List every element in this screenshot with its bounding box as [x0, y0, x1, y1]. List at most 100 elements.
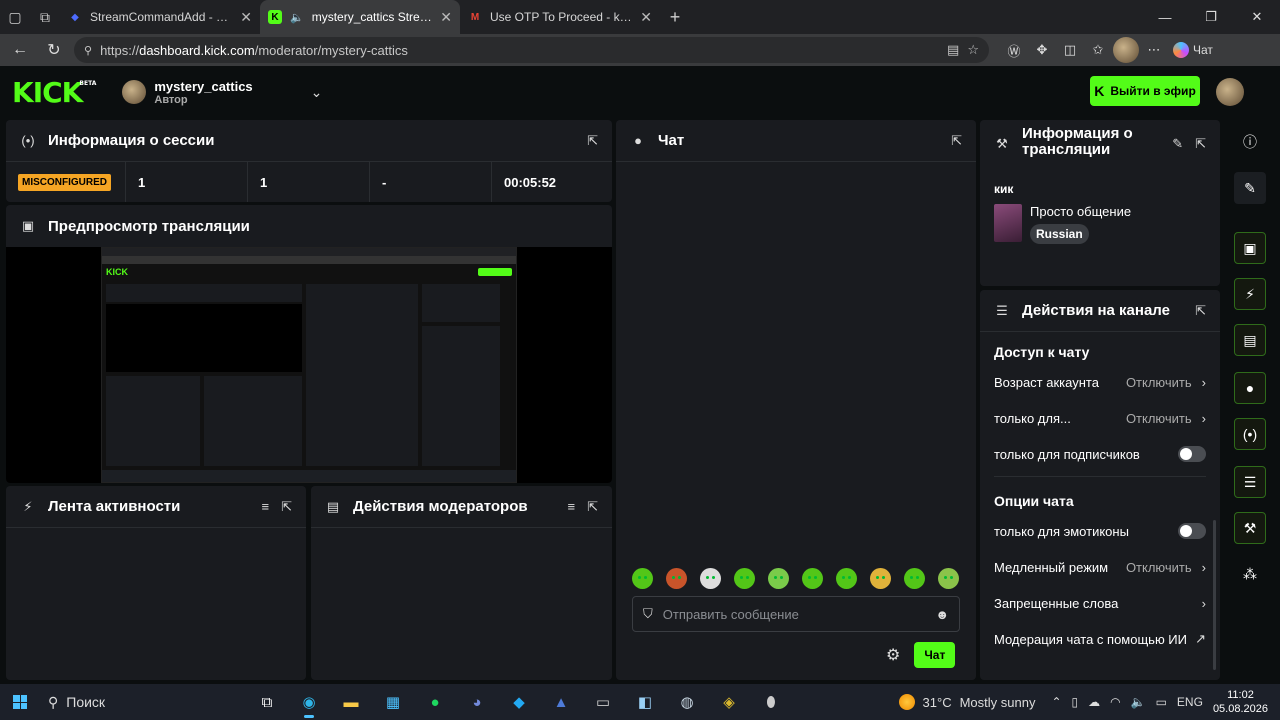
ai-moderation-row[interactable]: Модерация чата с помощью ИИ ↗: [994, 621, 1206, 657]
favorite-star-icon[interactable]: ☆: [967, 42, 979, 58]
vscode-icon[interactable]: ◆: [500, 684, 538, 720]
app-icon[interactable]: ◈: [710, 684, 748, 720]
workspaces-icon[interactable]: ⧉: [30, 2, 60, 32]
tray-app-icon[interactable]: ▯: [1072, 695, 1079, 709]
file-explorer-icon[interactable]: ▬: [332, 684, 370, 720]
date: 05.08.2026: [1212, 703, 1268, 715]
favorites-icon[interactable]: ✩: [1085, 37, 1111, 63]
clock[interactable]: 11:02 05.08.2026: [1213, 688, 1268, 716]
profile-avatar[interactable]: [1113, 37, 1139, 63]
cloud-icon[interactable]: ☁: [1088, 695, 1100, 709]
site-info-icon[interactable]: ⚲: [84, 44, 92, 57]
task-view-icon[interactable]: ⧉: [248, 684, 286, 720]
send-chat-button[interactable]: Чат: [914, 642, 956, 668]
steam-icon[interactable]: ◍: [668, 684, 706, 720]
emote-icon[interactable]: [870, 568, 891, 589]
kick-logo[interactable]: KICK BETA: [12, 76, 96, 109]
emoji-icon[interactable]: ☻: [935, 607, 949, 622]
emote-icon[interactable]: [836, 568, 857, 589]
preview-video[interactable]: KICK: [6, 247, 612, 483]
edit-icon[interactable]: ✎: [1234, 172, 1266, 204]
language-indicator[interactable]: ENG: [1177, 695, 1203, 709]
app-icon[interactable]: ◧: [626, 684, 664, 720]
system-tray: ⌃ ▯ ☁ ◠ 🔈 ▭ ENG: [1051, 695, 1202, 709]
close-tab-icon[interactable]: ✕: [640, 9, 652, 26]
emote-icon[interactable]: [904, 568, 925, 589]
lightning-icon[interactable]: ⚡: [1234, 278, 1266, 310]
popout-icon[interactable]: ⇱: [951, 133, 962, 149]
chevron-up-icon[interactable]: ⌃: [1051, 695, 1061, 709]
close-tab-icon[interactable]: ✕: [440, 9, 452, 26]
close-window-icon[interactable]: ✕: [1234, 0, 1280, 34]
url-field[interactable]: ⚲ https://dashboard.kick.com/moderator/m…: [74, 37, 989, 63]
popout-icon[interactable]: ⇱: [587, 499, 598, 515]
wifi-icon[interactable]: ◠: [1110, 695, 1120, 709]
banned-words-row[interactable]: Запрещенные слова ›: [994, 585, 1206, 621]
close-tab-icon[interactable]: ✕: [240, 9, 252, 26]
emote-icon[interactable]: [734, 568, 755, 589]
store-icon[interactable]: ▦: [374, 684, 412, 720]
extensions-icon[interactable]: ✥: [1029, 37, 1055, 63]
scrollbar[interactable]: [1213, 520, 1216, 670]
edit-icon[interactable]: ✎: [1172, 136, 1183, 152]
reader-mode-icon[interactable]: ▤: [947, 42, 959, 58]
emote-icon[interactable]: [666, 568, 687, 589]
only-for-row[interactable]: только для... Отключить ›: [994, 400, 1206, 436]
emote-icon[interactable]: [700, 568, 721, 589]
app-icon[interactable]: ⬮: [752, 684, 790, 720]
account-age-row[interactable]: Возраст аккаунта Отключить ›: [994, 364, 1206, 400]
wrench-icon[interactable]: ⚒: [1234, 512, 1266, 544]
spotify-icon[interactable]: ●: [416, 684, 454, 720]
more-widgets-icon[interactable]: ⁂: [1234, 558, 1266, 590]
broadcast-icon[interactable]: (•): [1234, 418, 1266, 450]
maximize-icon[interactable]: ❐: [1188, 0, 1234, 34]
chat-message-input[interactable]: ⛉ Отправить сообщение ☻: [632, 596, 960, 632]
shield-icon[interactable]: ⛉: [643, 606, 653, 622]
preview-icon[interactable]: ▣: [1234, 232, 1266, 264]
go-live-button[interactable]: K Выйти в эфир: [1090, 76, 1200, 106]
info-icon[interactable]: ⓘ: [1234, 126, 1266, 158]
battery-icon[interactable]: ▭: [1156, 695, 1167, 709]
slow-mode-row[interactable]: Медленный режим Отключить ›: [994, 549, 1206, 585]
browser-tab[interactable]: M Use OTP To Proceed - kanareyka1 ✕: [460, 0, 660, 34]
emote-icon[interactable]: [938, 568, 959, 589]
refresh-icon[interactable]: ↻: [40, 36, 68, 64]
user-avatar[interactable]: [1216, 78, 1244, 106]
channel-actions-icon[interactable]: ☰: [1234, 466, 1266, 498]
popout-icon[interactable]: ⇱: [281, 499, 292, 515]
gear-icon[interactable]: ⚙: [886, 645, 900, 665]
split-screen-icon[interactable]: ◫: [1057, 37, 1083, 63]
start-button[interactable]: [0, 684, 40, 720]
app-icon[interactable]: ▲: [542, 684, 580, 720]
minimize-icon[interactable]: —: [1142, 0, 1188, 34]
terminal-icon[interactable]: ▭: [584, 684, 622, 720]
popout-icon[interactable]: ⇱: [1195, 303, 1206, 319]
volume-icon[interactable]: 🔈: [1131, 695, 1146, 709]
browser-tab[interactable]: ◆ StreamCommandAdd - DeepSeek ✕: [60, 0, 260, 34]
chat-bubble-icon[interactable]: ●: [1234, 372, 1266, 404]
discord-icon[interactable]: ◕: [458, 684, 496, 720]
taskbar-search[interactable]: ⚲ Поиск: [40, 694, 200, 711]
filter-icon[interactable]: ≡: [568, 499, 576, 514]
chevron-down-icon[interactable]: ⌄: [311, 84, 323, 101]
emote-icon[interactable]: [632, 568, 653, 589]
browser-tab-active[interactable]: K 🔈 mystery_cattics Stream - Kick ✕: [260, 0, 460, 34]
filter-icon[interactable]: ≡: [262, 499, 270, 514]
edge-icon[interactable]: ◉: [290, 684, 328, 720]
subscribers-only-toggle[interactable]: [1178, 446, 1206, 462]
weather-widget[interactable]: 31°C Mostly sunny: [898, 694, 1035, 710]
emote-icon[interactable]: [802, 568, 823, 589]
speaker-icon[interactable]: 🔈: [290, 11, 304, 24]
clipboard-icon[interactable]: ▤: [1234, 324, 1266, 356]
emotes-only-toggle[interactable]: [1178, 523, 1206, 539]
channel-switcher[interactable]: mystery_cattics Автор ⌄: [122, 79, 322, 106]
emote-icon[interactable]: [768, 568, 789, 589]
new-tab-icon[interactable]: +: [660, 2, 690, 32]
wallet-icon[interactable]: Ⓦ: [1001, 37, 1027, 63]
browser-profile-icon[interactable]: ▢: [0, 2, 30, 32]
popout-icon[interactable]: ⇱: [1195, 136, 1206, 152]
popout-icon[interactable]: ⇱: [587, 133, 598, 149]
more-menu-icon[interactable]: ⋯: [1141, 37, 1167, 63]
copilot-button[interactable]: Чат: [1173, 42, 1213, 58]
back-icon[interactable]: ←: [6, 36, 34, 64]
